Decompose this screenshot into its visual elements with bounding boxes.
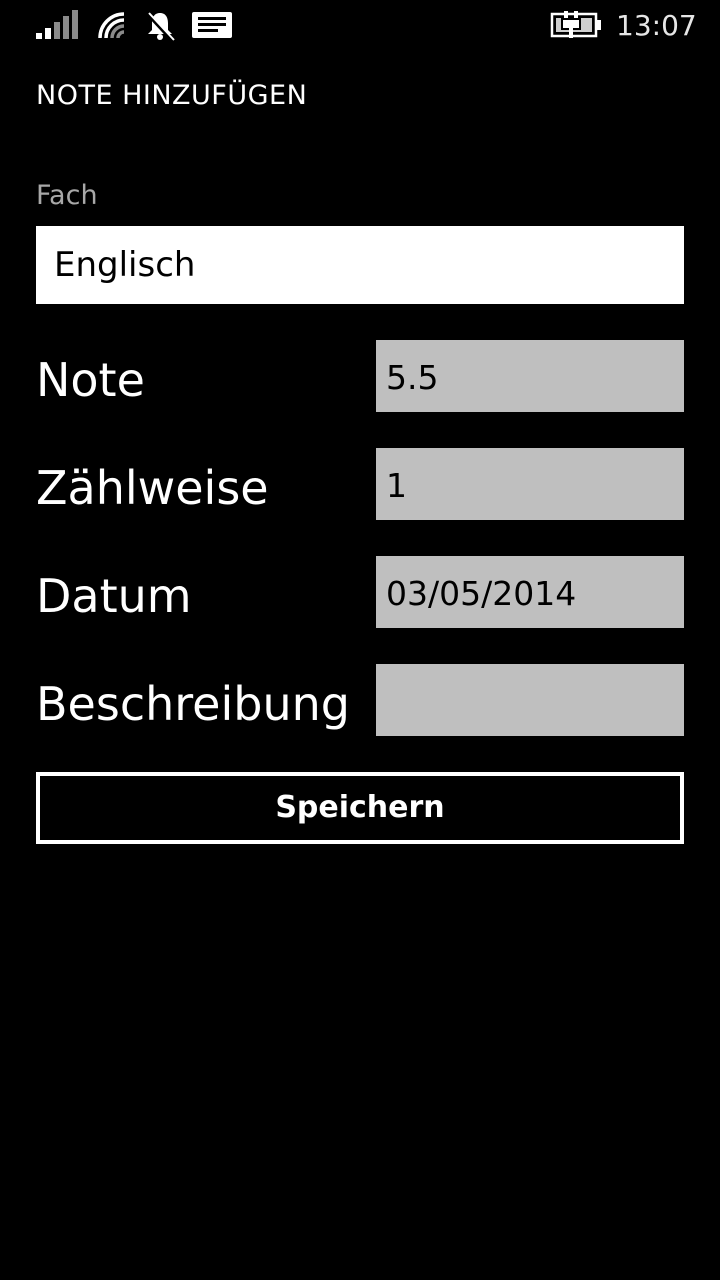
subject-picker[interactable]: Englisch xyxy=(36,226,684,304)
save-button[interactable]: Speichern xyxy=(36,772,684,844)
clock-time: 13:07 xyxy=(616,9,697,42)
wifi-icon xyxy=(98,12,125,39)
subject-label: Fach xyxy=(36,180,98,211)
battery-charging-icon xyxy=(550,11,601,38)
signal-strength-icon xyxy=(36,10,78,39)
message-icon xyxy=(192,12,232,38)
weight-input[interactable]: 1 xyxy=(376,448,684,520)
status-bar: 13:07 xyxy=(0,0,720,52)
date-label: Datum xyxy=(36,569,192,623)
weight-label: Zählweise xyxy=(36,461,269,515)
grade-label: Note xyxy=(36,353,145,407)
description-label: Beschreibung xyxy=(36,677,350,731)
page-title: NOTE HINZUFÜGEN xyxy=(36,80,308,111)
quiet-hours-bell-icon xyxy=(146,12,175,42)
date-picker[interactable]: 03/05/2014 xyxy=(376,556,684,628)
grade-input[interactable]: 5.5 xyxy=(376,340,684,412)
description-input[interactable] xyxy=(376,664,684,736)
